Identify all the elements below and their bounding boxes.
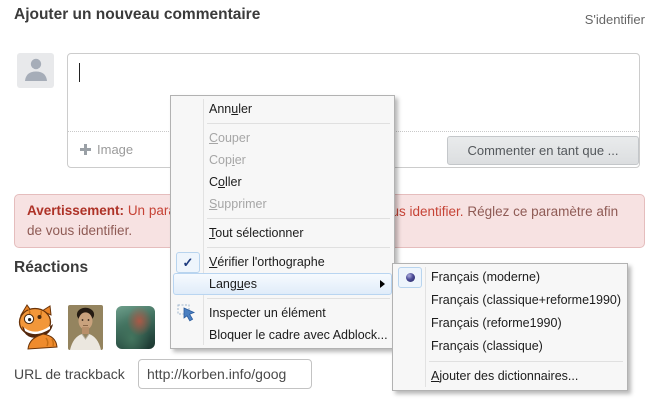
avatar-placeholder (17, 53, 54, 88)
submenu-item-francais-moderne[interactable]: Français (moderne) (395, 266, 625, 289)
comment-as-button[interactable]: Commenter en tant que ... (447, 136, 639, 165)
label: ller (225, 175, 242, 189)
reaction-avatar-art[interactable] (116, 306, 155, 349)
label: es (244, 277, 257, 291)
signin-link[interactable]: S'identifier (585, 12, 645, 27)
label: C (209, 175, 218, 189)
label: upprimer (217, 197, 266, 211)
checkbox-checked: ✓ (176, 252, 200, 273)
label: C (209, 131, 218, 145)
label: Français (moderne) (431, 270, 540, 284)
warning-text-fragment: Réglez ce paramètre afin (467, 204, 618, 219)
label: ouper (218, 131, 250, 145)
language-submenu: Français (moderne) Français (classique+r… (392, 263, 628, 391)
radio-selected (398, 267, 422, 288)
label: Cop (209, 153, 232, 167)
label: out sélectionner (215, 226, 303, 240)
warning-label: Avertissement: (27, 203, 124, 218)
label: Lang (209, 277, 237, 291)
label: u (237, 277, 244, 291)
label: o (218, 175, 225, 189)
menu-item-coller[interactable]: Coller (173, 171, 392, 193)
label: Inspecter un élément (209, 306, 326, 320)
plus-icon (80, 144, 91, 155)
page-title: Ajouter un nouveau commentaire (14, 6, 260, 24)
label: ler (238, 102, 252, 116)
add-image-button[interactable]: Image (80, 132, 133, 167)
page: Ajouter un nouveau commentaire S'identif… (0, 0, 659, 402)
label: Français (classique) (431, 339, 543, 353)
menu-item-inspecter-element[interactable]: Inspecter un élément (173, 302, 392, 324)
menu-separator (207, 298, 390, 299)
label: er (235, 153, 246, 167)
submenu-item-francais-reforme1990[interactable]: Français (reforme1990) (395, 312, 625, 335)
radio-icon (406, 273, 415, 282)
reactions-title: Réactions (14, 259, 88, 277)
person-silhouette-icon (23, 55, 49, 86)
warning-text-right: ous identifier. Réglez ce paramètre afin (384, 202, 618, 222)
menu-item-annuler[interactable]: Annuler (173, 98, 392, 120)
label: jouter des dictionnaires... (439, 369, 578, 383)
menu-separator (207, 218, 390, 219)
warning-text-line2: de vous identifier. (27, 223, 132, 238)
menu-item-tout-selectionner[interactable]: Tout sélectionner (173, 222, 392, 244)
menu-separator (429, 361, 623, 362)
label: Bloquer le cadre avec Adblock... (209, 328, 388, 342)
warning-text-fragment: ous identifier. (384, 204, 464, 219)
text-caret (79, 63, 80, 82)
menu-item-verifier-orthographe[interactable]: ✓ Vérifier l'orthographe (173, 251, 392, 273)
label: Français (reforme1990) (431, 316, 562, 330)
submenu-item-francais-classique-reforme1990[interactable]: Français (classique+reforme1990) (395, 289, 625, 312)
menu-item-langues[interactable]: Langues (173, 273, 392, 295)
context-menu: Annuler Couper Copier Coller Supprimer T… (170, 95, 395, 349)
label: Français (classique+reforme1990) (431, 293, 621, 307)
reaction-avatar-cat[interactable] (16, 303, 60, 350)
submenu-item-ajouter-dictionnaires[interactable]: Ajouter des dictionnaires... (395, 365, 625, 388)
menu-item-couper[interactable]: Couper (173, 127, 392, 149)
trackback-url-input[interactable] (138, 359, 312, 389)
label: érifier l'orthographe (217, 255, 324, 269)
check-icon: ✓ (183, 256, 194, 269)
submenu-item-francais-classique[interactable]: Français (classique) (395, 335, 625, 358)
add-image-label: Image (97, 142, 133, 157)
label: Ann (209, 102, 231, 116)
warning-text-fragment: Un para (128, 203, 176, 218)
menu-item-copier[interactable]: Copier (173, 149, 392, 171)
menu-item-bloquer-adblock[interactable]: Bloquer le cadre avec Adblock... (173, 324, 392, 346)
menu-item-supprimer[interactable]: Supprimer (173, 193, 392, 215)
reaction-avatar-man[interactable] (68, 305, 103, 350)
menu-separator (207, 123, 390, 124)
menu-separator (207, 247, 390, 248)
trackback-label: URL de trackback (14, 366, 125, 382)
submenu-arrow-icon (380, 280, 385, 288)
